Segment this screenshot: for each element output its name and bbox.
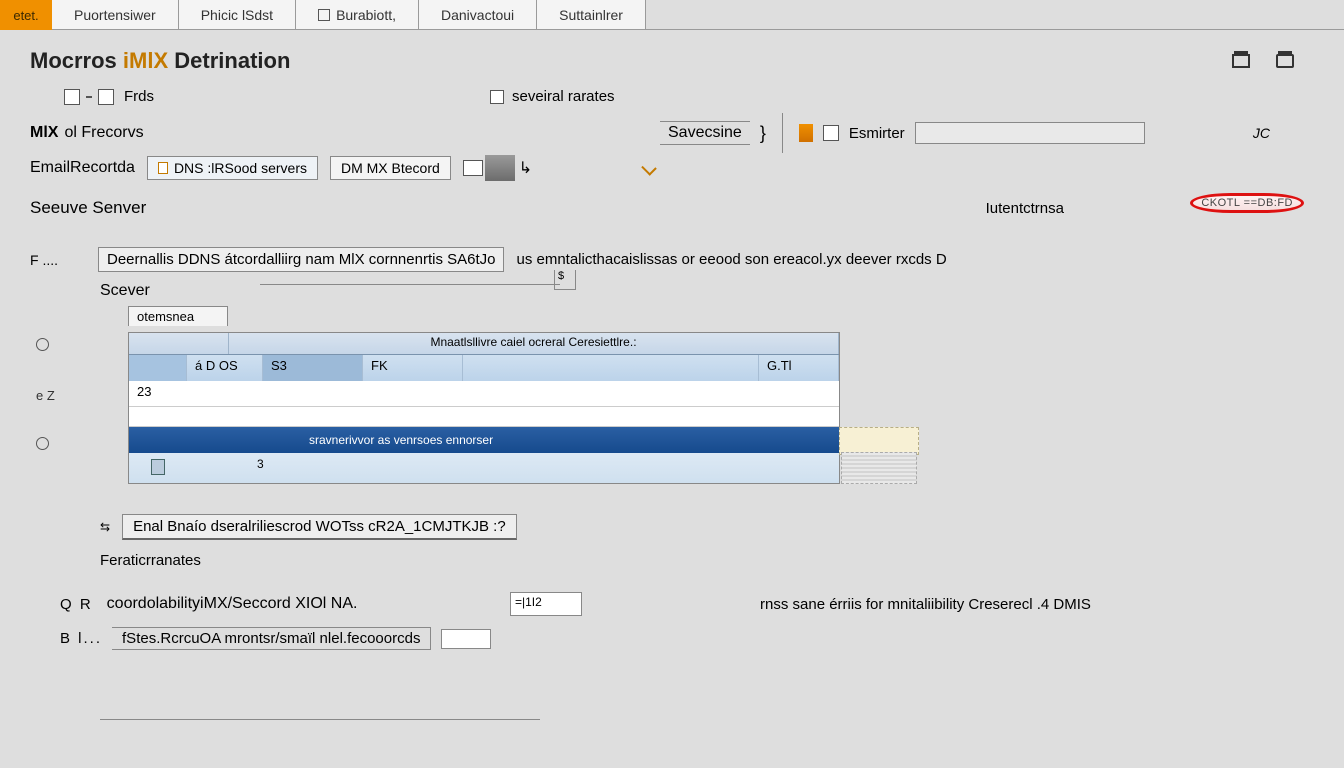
tab-suttainlrer[interactable]: Suttainlrer xyxy=(537,0,646,29)
email-record-label: EmailRecortda xyxy=(30,159,135,177)
grid-row-3[interactable]: 3 xyxy=(129,453,839,483)
row-qr: Q R coordolabilityiMX/Seccord XIOl NA. =… xyxy=(60,595,1314,613)
gutter-dot-icon-2 xyxy=(36,437,49,450)
qr-trail: rnss sane érriis for mnitaliibility Cres… xyxy=(760,596,1091,613)
tab-puortensiwer[interactable]: Puortensiwer xyxy=(52,0,179,29)
check-small-icon xyxy=(641,160,657,176)
document-icon xyxy=(318,9,330,21)
error-badge[interactable]: CKOTL ==DB:FD xyxy=(1190,193,1304,211)
grip-handle[interactable] xyxy=(485,155,515,181)
tab-burabiott[interactable]: Burabiott, xyxy=(296,0,419,29)
mx-rest-label: ol Frecorvs xyxy=(64,124,143,142)
tab-label: Burabiott, xyxy=(336,7,396,23)
tool-label: Frds xyxy=(124,88,154,105)
row-icon xyxy=(151,459,165,475)
qr-value-box[interactable]: =|1I2 xyxy=(510,592,582,616)
tool-icon-2[interactable] xyxy=(98,89,114,105)
arrow-indicator: ↳ xyxy=(519,158,532,178)
col-a[interactable] xyxy=(129,355,187,381)
bottom-main: fStes.RcrcuOA mrontsr/smaïl nlel.fecooor… xyxy=(112,627,431,650)
dns-servers-field[interactable]: DNS :lRSood servers xyxy=(147,156,318,180)
gutter-ez: e Z xyxy=(36,388,55,403)
row-email-record: EmailRecortda DNS :lRSood servers DM MX … xyxy=(30,155,1314,181)
grid-row-cols: á D OS S3 FK G.Tl xyxy=(129,355,839,381)
gutter-dot-icon xyxy=(36,338,49,351)
checkbox-label: seveiral rarates xyxy=(512,88,615,105)
tiny-s-box[interactable]: $ xyxy=(554,270,576,290)
row-code: ⇆ Enal Bnaío dseralriliescrod WOTss cR2A… xyxy=(100,514,1314,540)
jc-label: JC xyxy=(1253,125,1270,141)
link-icon: ⇆ xyxy=(100,520,110,534)
feraticrranates-label: Feraticrranates xyxy=(100,552,1314,569)
col-e[interactable] xyxy=(463,355,759,381)
col-f[interactable]: G.Tl xyxy=(759,355,839,381)
smiter-label: Esmirter xyxy=(849,125,905,142)
page-icon[interactable] xyxy=(823,125,839,141)
page-title: Mocrros iMlX Detrination xyxy=(30,48,290,74)
row-bottom: B l... fStes.RcrcuOA mrontsr/smaïl nlel.… xyxy=(60,627,1314,650)
tool-icon-1[interactable] xyxy=(64,89,80,105)
server-label: Seeuve Senver xyxy=(30,198,146,218)
divider xyxy=(782,113,783,153)
underline-strip xyxy=(260,284,560,285)
tab-phicic[interactable]: Phicic lSdst xyxy=(179,0,296,29)
grid-header: Mnaatlsllivre caiel ocreral Ceresiettlre… xyxy=(129,333,839,355)
col-c[interactable]: S3 xyxy=(263,355,363,381)
grid-row-2[interactable] xyxy=(129,407,839,427)
row-mx-records: MlX ol Frecorvs Savecsine } Esmirter JC xyxy=(30,117,1314,149)
description-trail: us emntalicthacaislissas or eeood son er… xyxy=(516,251,946,268)
col-b[interactable]: á D OS xyxy=(187,355,263,381)
main-panel: Mocrros iMlX Detrination Frds seveiral r… xyxy=(0,30,1344,768)
toolbar-row: Frds seveiral rarates xyxy=(64,88,1314,105)
scrollbar-track[interactable] xyxy=(841,452,917,484)
cell-num: 23 xyxy=(129,381,187,406)
dm-mx-record-text: DM MX Btecord xyxy=(341,160,440,176)
gutter-markers: e Z xyxy=(36,338,55,453)
doc-small-icon xyxy=(158,162,168,174)
tab-orange-active[interactable]: etet. xyxy=(0,0,52,30)
mx-label: MlX xyxy=(30,124,58,142)
qr-main: coordolabilityiMX/Seccord XIOl NA. xyxy=(107,595,358,613)
grid-header-text: Mnaatlsllivre caiel ocreral Ceresiettlre… xyxy=(229,333,839,354)
description-box[interactable]: Deernallis DDNS átcordalliirg nam MlX co… xyxy=(98,247,504,272)
col-d[interactable]: FK xyxy=(363,355,463,381)
dropdown-icon[interactable] xyxy=(463,160,483,176)
brace-icon: } xyxy=(760,123,766,144)
grid-selected-text: sravnerivvor as venrsoes ennorser xyxy=(309,433,493,447)
row-description: F .... Deernallis DDNS átcordalliirg nam… xyxy=(30,247,1314,272)
underline-2 xyxy=(100,719,540,720)
smiter-input[interactable] xyxy=(915,122,1145,144)
row3-num: 3 xyxy=(257,457,264,471)
row-server: Seeuve Senver Iutentctrnsa CKOTL ==DB:FD xyxy=(30,195,1314,221)
save-button[interactable]: Savecsine xyxy=(660,121,750,145)
f-label: F .... xyxy=(30,252,90,268)
ident-label: Iutentctrnsa xyxy=(986,200,1064,217)
grid-tab[interactable]: otemsnea xyxy=(128,306,228,326)
data-grid: Mnaatlsllivre caiel ocreral Ceresiettlre… xyxy=(128,332,840,484)
dns-servers-text: DNS :lRSood servers xyxy=(174,160,307,176)
popout-icon[interactable] xyxy=(1276,54,1294,68)
orange-marker-icon xyxy=(799,124,813,142)
tab-strip: etet. Puortensiwer Phicic lSdst Burabiot… xyxy=(0,0,1344,30)
grid-row-1[interactable]: 23 xyxy=(129,381,839,407)
bottom-field[interactable] xyxy=(441,629,491,649)
window-icon[interactable] xyxy=(1232,54,1250,68)
checkbox-several-rates[interactable] xyxy=(490,90,504,104)
error-badge-text: CKOTL ==DB:FD xyxy=(1190,193,1304,213)
bottom-lead: B l... xyxy=(60,630,102,647)
qr-lead: Q R xyxy=(60,596,93,613)
grid-row-selected[interactable]: sravnerivvor as venrsoes ennorser xyxy=(129,427,839,453)
dash-icon xyxy=(86,96,92,98)
dm-mx-record-field[interactable]: DM MX Btecord xyxy=(330,156,451,180)
code-field[interactable]: Enal Bnaío dseralriliescrod WOTss cR2A_1… xyxy=(122,514,517,540)
tab-danivactoui[interactable]: Danivactoui xyxy=(419,0,537,29)
